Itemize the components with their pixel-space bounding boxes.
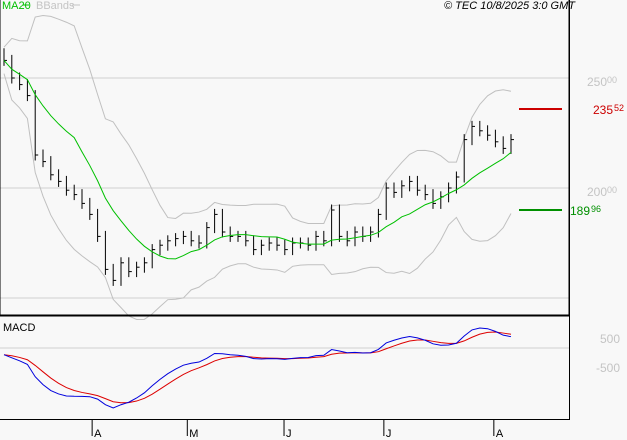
price-bar <box>97 208 101 242</box>
price-bar <box>229 226 234 242</box>
price-bar <box>151 244 156 269</box>
price-bar <box>50 156 54 181</box>
lower-band <box>3 73 512 320</box>
x-tick-label: J <box>286 428 292 440</box>
price-bar <box>214 208 218 234</box>
price-bar <box>182 230 187 245</box>
price-bar <box>175 233 179 247</box>
price-bar <box>510 134 514 154</box>
price-bar <box>112 263 117 286</box>
price-bar <box>198 235 202 249</box>
resistance-label: 23552 <box>593 103 624 117</box>
bollinger-bands <box>3 15 512 320</box>
ma20-line <box>3 60 512 260</box>
price-bar <box>221 208 226 238</box>
x-tick-label: J <box>386 428 392 440</box>
price-bar <box>479 120 483 137</box>
price-bar <box>487 125 491 141</box>
legend-bbands: BBands <box>36 0 75 12</box>
x-tick-label: A <box>496 428 504 440</box>
price-bar <box>494 129 499 148</box>
macd-tick-neg500: -500 <box>596 361 620 375</box>
price-bar <box>58 169 62 187</box>
price-bar <box>190 230 195 247</box>
price-bars <box>3 48 514 286</box>
price-bar <box>268 237 273 251</box>
x-axis: AMJJA <box>91 420 504 440</box>
price-bar <box>237 230 241 242</box>
macd-panel <box>3 327 512 409</box>
price-bar <box>502 136 507 154</box>
price-bar <box>385 182 390 220</box>
support-label: 18996 <box>570 204 601 218</box>
price-bar <box>260 239 265 256</box>
price-bar <box>416 175 421 196</box>
price-bar <box>276 237 280 251</box>
x-tick-label: M <box>189 428 198 440</box>
copyright-timestamp: © TEC 10/8/2025 3:0 GMT <box>444 0 576 12</box>
macd-tick-500: 500 <box>600 332 620 346</box>
price-bar <box>89 197 93 220</box>
stock-chart: 23552 18996 25000 20000 500 -500 A M J J A M… <box>0 0 624 440</box>
price-bar <box>354 226 358 247</box>
y-tick-250: 25000 <box>587 75 617 89</box>
x-tick-label: A <box>94 428 102 440</box>
price-bar <box>401 180 405 198</box>
macd-line <box>3 327 512 409</box>
price-bar <box>440 191 444 209</box>
price-bar <box>136 261 140 278</box>
price-bar <box>432 189 436 209</box>
price-bar <box>65 175 70 196</box>
price-bar <box>409 175 413 192</box>
price-bar <box>81 189 85 209</box>
price-bar <box>159 239 163 256</box>
price-bar <box>455 171 460 194</box>
price-bar <box>128 257 132 278</box>
y-tick-200: 20000 <box>587 185 617 199</box>
price-bar <box>338 204 343 242</box>
price-bar <box>393 182 397 198</box>
price-bar <box>42 149 46 168</box>
price-bar <box>377 208 382 238</box>
price-bar <box>245 230 249 247</box>
legend-ma20: MA20 <box>2 0 31 12</box>
price-bar <box>34 90 39 161</box>
upper-band <box>3 15 512 224</box>
price-bar <box>143 257 148 273</box>
price-bar <box>167 235 171 251</box>
price-bar <box>73 184 78 201</box>
price-bar <box>463 134 468 183</box>
price-bar <box>104 230 109 275</box>
price-bar <box>471 120 475 146</box>
price-bar <box>362 226 366 242</box>
price-bar <box>120 257 124 286</box>
macd-label: MACD <box>3 322 35 334</box>
price-bar <box>253 235 257 256</box>
price-bar <box>424 184 429 201</box>
price-bar <box>292 237 296 256</box>
price-bar <box>315 230 319 251</box>
signal-line <box>3 331 512 404</box>
price-bar <box>284 239 288 256</box>
